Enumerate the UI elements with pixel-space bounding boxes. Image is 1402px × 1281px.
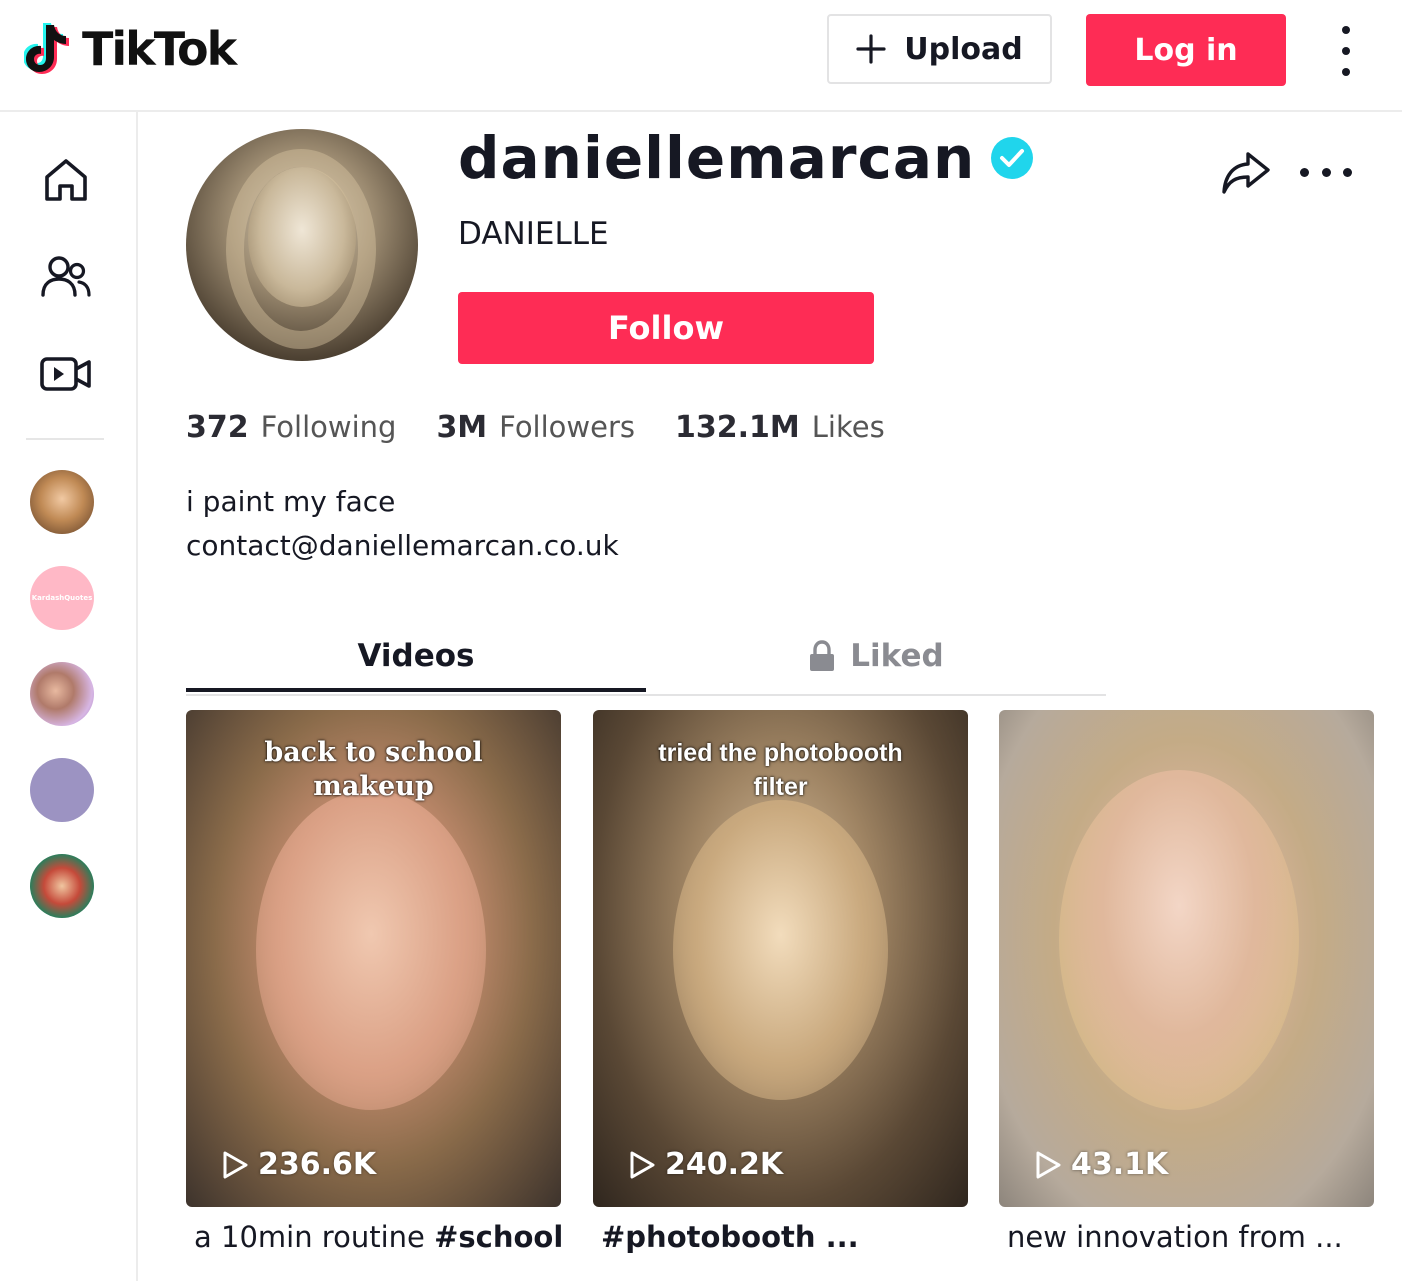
profile-display-name: DANIELLE <box>458 216 609 252</box>
likes-count: 132.1M <box>675 410 800 445</box>
tab-liked[interactable]: Liked <box>646 620 1106 692</box>
profile-tabs: Videos Liked <box>186 620 1106 696</box>
left-sidebar: KardashQuotes <box>0 112 138 1281</box>
logo-wordmark: TikTok <box>82 22 237 76</box>
profile-bio: i paint my face contact@daniellemarcan.c… <box>186 480 619 568</box>
bio-line: i paint my face <box>186 485 396 518</box>
following-count: 372 <box>186 410 249 445</box>
following-stat[interactable]: 372 Following <box>186 410 396 445</box>
tiktok-note-icon <box>24 23 69 74</box>
upload-label: Upload <box>904 31 1023 67</box>
profile-avatar <box>186 129 418 361</box>
home-icon[interactable] <box>38 152 94 208</box>
followers-count: 3M <box>436 410 488 445</box>
upload-button[interactable]: Upload <box>827 14 1052 84</box>
video-desc-hashtag[interactable]: #photobooth ... <box>601 1220 859 1254</box>
likes-label: Likes <box>811 410 885 444</box>
followers-label: Followers <box>499 410 636 444</box>
view-count-text: 236.6K <box>258 1147 377 1182</box>
suggested-account-avatar[interactable] <box>30 854 94 918</box>
profile-username: daniellemarcan <box>458 124 1034 192</box>
more-menu-icon[interactable] <box>1326 26 1366 76</box>
suggested-account-avatar[interactable] <box>30 470 94 534</box>
video-description[interactable]: a 10min routine #school... <box>194 1220 564 1254</box>
video-card[interactable]: 43.1K <box>999 710 1374 1207</box>
play-icon <box>630 1151 655 1178</box>
video-card[interactable]: tried the photobooth filter 240.2K <box>593 710 968 1207</box>
profile-stats: 372 Following 3M Followers 132.1M Likes <box>186 410 885 445</box>
top-header: TikTok Upload Log in <box>0 0 1402 112</box>
suggested-account-avatar[interactable]: KardashQuotes <box>30 566 94 630</box>
active-tab-indicator <box>186 688 646 692</box>
play-icon <box>223 1151 248 1178</box>
plus-icon <box>856 34 886 64</box>
follow-button[interactable]: Follow <box>458 292 874 364</box>
video-desc-hashtag[interactable]: #school... <box>434 1220 564 1254</box>
view-count: 43.1K <box>1033 1147 1168 1182</box>
play-icon <box>1036 1151 1061 1178</box>
tab-videos[interactable]: Videos <box>186 620 646 692</box>
verified-badge-icon <box>991 137 1034 179</box>
view-count-text: 43.1K <box>1071 1147 1169 1182</box>
video-card[interactable]: back to school makeup 236.6K <box>186 710 561 1207</box>
video-description[interactable]: #photobooth ... <box>601 1220 971 1254</box>
view-count: 236.6K <box>220 1147 376 1182</box>
video-caption-overlay: back to school makeup <box>264 737 483 802</box>
tiktok-logo[interactable]: TikTok <box>24 18 237 80</box>
likes-stat: 132.1M Likes <box>675 410 885 445</box>
video-caption-overlay: tried the photobooth filter <box>658 739 903 801</box>
video-description[interactable]: new innovation from ... <box>1007 1220 1377 1254</box>
view-count-text: 240.2K <box>665 1147 784 1182</box>
sidebar-divider <box>26 438 104 440</box>
profile-more-icon[interactable] <box>1300 160 1352 184</box>
view-count: 240.2K <box>627 1147 783 1182</box>
avatar-label: KardashQuotes <box>31 594 93 602</box>
video-desc-text: new innovation from ... <box>1007 1220 1343 1254</box>
tab-liked-label: Liked <box>850 638 944 674</box>
followers-stat[interactable]: 3M Followers <box>436 410 635 445</box>
following-label: Following <box>260 410 397 444</box>
live-icon[interactable] <box>38 346 94 402</box>
bio-contact: contact@daniellemarcan.co.uk <box>186 529 619 562</box>
following-icon[interactable] <box>38 248 94 304</box>
share-icon[interactable] <box>1220 150 1272 196</box>
username-text: daniellemarcan <box>458 124 976 192</box>
suggested-account-avatar[interactable] <box>30 662 94 726</box>
suggested-account-avatar[interactable] <box>30 758 94 822</box>
lock-icon <box>810 640 835 671</box>
login-button[interactable]: Log in <box>1086 14 1286 86</box>
video-desc-text: a 10min routine <box>194 1220 435 1254</box>
